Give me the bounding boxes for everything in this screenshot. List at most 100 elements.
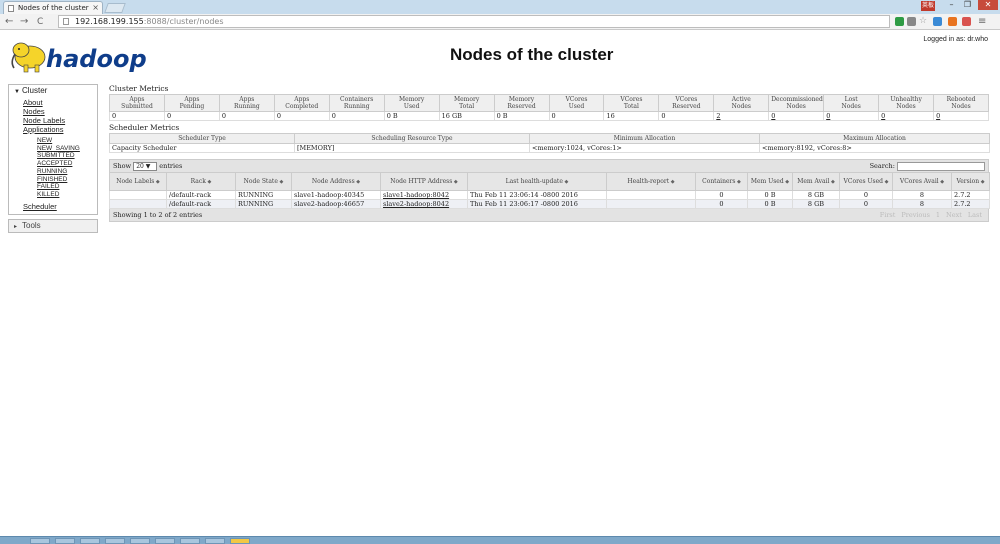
cluster-metric-value[interactable]: 0 <box>768 111 825 121</box>
cluster-metric-value[interactable]: 0 <box>823 111 880 121</box>
nodes-column-header[interactable]: Health-report ◆ <box>606 172 696 191</box>
taskbar-item[interactable] <box>30 538 50 544</box>
pager-button[interactable]: Next <box>946 211 962 219</box>
cluster-metrics-table: Apps Submitted Apps Pending Apps Running Apps C… <box>109 94 989 121</box>
cluster-metric-value: 0 B <box>493 111 550 121</box>
nodes-column-header[interactable]: Node HTTP Address ◆ <box>380 172 468 191</box>
hadoop-logo[interactable]: hadoop <box>8 37 168 77</box>
nodes-column-header[interactable]: Mem Used ◆ <box>747 172 793 191</box>
table-cell: 8 GB <box>792 199 840 209</box>
translate-extension-icon[interactable] <box>907 17 916 26</box>
search-input[interactable] <box>897 161 985 171</box>
menu-icon[interactable]: ≡ <box>978 17 987 27</box>
cluster-metric-header: Apps Completed <box>273 94 330 112</box>
cluster-metric-value: 0 <box>328 111 385 121</box>
tools-section-header[interactable]: ▸ Tools <box>9 219 97 232</box>
table-cell[interactable]: slave2-hadoop:8042 <box>380 199 468 209</box>
taskbar-item[interactable] <box>155 538 175 544</box>
nav-app-state-new[interactable]: NEW <box>9 137 97 145</box>
reload-button[interactable]: C <box>37 15 43 29</box>
cluster-metric-value[interactable]: 2 <box>713 111 770 121</box>
pager-button[interactable]: First <box>880 211 896 219</box>
nav-link-scheduler[interactable]: Scheduler <box>9 202 97 211</box>
taskbar-item[interactable] <box>130 538 150 544</box>
browser-tab[interactable]: Nodes of the cluster × <box>3 1 103 14</box>
cluster-metric-value: 0 <box>163 111 220 121</box>
nav-app-state-failed[interactable]: FAILED <box>9 183 97 191</box>
taskbar-item[interactable] <box>55 538 75 544</box>
forward-button[interactable]: → <box>20 15 28 29</box>
column-header-label: Mem Avail <box>797 177 830 185</box>
cluster-metric-header-line2: Completed <box>285 103 319 110</box>
logged-in-label: Logged in as: dr.who <box>923 36 988 43</box>
extension-icon-2[interactable] <box>948 17 957 26</box>
sort-icon: ◆ <box>154 178 160 185</box>
taskbar-item[interactable] <box>205 538 225 544</box>
nav-link-applications[interactable]: Applications <box>9 125 97 134</box>
table-cell: /default-rack <box>166 199 236 209</box>
nodes-column-header[interactable]: Last health-update ◆ <box>467 172 607 191</box>
column-header-label: Version <box>956 177 980 185</box>
taskbar-item[interactable] <box>105 538 125 544</box>
select-arrow-icon: ▼ <box>145 162 151 170</box>
nav-app-state-accepted[interactable]: ACCEPTED <box>9 160 97 168</box>
cluster-metric-header-line1: VCores <box>620 96 643 103</box>
pager-button[interactable]: Previous <box>901 211 930 219</box>
taskbar-item[interactable] <box>80 538 100 544</box>
restore-button[interactable]: ❐ <box>960 0 975 10</box>
extension-icon[interactable] <box>933 17 942 26</box>
cluster-metric-header-line2: Nodes <box>951 103 971 110</box>
shield-extension-icon[interactable] <box>895 17 904 26</box>
column-header-label: Containers <box>702 177 736 185</box>
cluster-metrics-title: Cluster Metrics <box>109 84 169 93</box>
table-cell[interactable]: slave1-hadoop:8042 <box>380 190 468 200</box>
back-button[interactable]: ← <box>5 15 13 29</box>
nodes-column-header[interactable]: Containers ◆ <box>695 172 748 191</box>
table-cell: 0 <box>695 199 748 209</box>
nav-link-node-labels[interactable]: Node Labels <box>9 116 97 125</box>
cluster-metric-header: VCores Used <box>548 94 605 112</box>
new-tab-button[interactable] <box>104 3 126 13</box>
entries-label: entries <box>159 162 183 170</box>
cluster-metric-value: 0 <box>273 111 330 121</box>
cluster-metric-header: Containers Running <box>328 94 385 112</box>
taskbar-item-active[interactable] <box>230 538 250 544</box>
nodes-column-header[interactable]: Version ◆ <box>951 172 990 191</box>
nodes-column-header[interactable]: Node Labels ◆ <box>109 172 167 191</box>
cluster-metric-value[interactable]: 0 <box>878 111 935 121</box>
cluster-metric-header: Memory Reserved <box>493 94 550 112</box>
nav-app-state-killed[interactable]: KILLED <box>9 191 97 199</box>
scheduler-metrics-title: Scheduler Metrics <box>109 123 180 132</box>
nav-app-state-finished[interactable]: FINISHED <box>9 176 97 184</box>
cluster-metric-header: Memory Total <box>438 94 495 112</box>
tab-close-icon[interactable]: × <box>92 2 99 14</box>
address-bar[interactable]: 192.168.199.155:8088/cluster/nodes <box>58 15 890 28</box>
table-cell: /default-rack <box>166 190 236 200</box>
nodes-column-header[interactable]: Rack ◆ <box>166 172 236 191</box>
nodes-column-header[interactable]: Node State ◆ <box>235 172 292 191</box>
cluster-metric-header-line1: Decommissioned <box>771 96 823 103</box>
column-header-label: Mem Used <box>750 177 784 185</box>
pager-button[interactable]: 1 <box>936 211 940 219</box>
cluster-section-header[interactable]: ▼ Cluster <box>9 85 97 97</box>
pager-button[interactable]: Last <box>968 211 982 219</box>
nodes-column-header[interactable]: VCores Avail ◆ <box>892 172 952 191</box>
sort-icon: ◆ <box>979 178 985 185</box>
extension-icon-3[interactable] <box>962 17 971 26</box>
cluster-metric-header-line2: Nodes <box>786 103 806 110</box>
page-size-select[interactable]: 20 ▼ <box>133 161 158 171</box>
nav-link-nodes[interactable]: Nodes <box>9 107 97 116</box>
nav-app-state-running[interactable]: RUNNING <box>9 168 97 176</box>
close-window-button[interactable]: ✕ <box>978 0 998 10</box>
nav-app-state-new-saving[interactable]: NEW_SAVING <box>9 145 97 153</box>
nodes-column-header[interactable]: Node Address ◆ <box>291 172 381 191</box>
minimize-button[interactable]: – <box>944 0 959 10</box>
nav-app-state-submitted[interactable]: SUBMITTED <box>9 152 97 160</box>
nodes-column-header[interactable]: Mem Avail ◆ <box>792 172 840 191</box>
nav-link-about[interactable]: About <box>9 98 97 107</box>
nodes-column-header[interactable]: VCores Used ◆ <box>839 172 893 191</box>
cluster-metric-value[interactable]: 0 <box>933 111 989 121</box>
taskbar-item[interactable] <box>180 538 200 544</box>
scheduler-metrics-table: Scheduler Type Scheduling Resource Type Mi… <box>109 133 990 153</box>
bookmark-star-icon[interactable]: ☆ <box>919 17 928 26</box>
